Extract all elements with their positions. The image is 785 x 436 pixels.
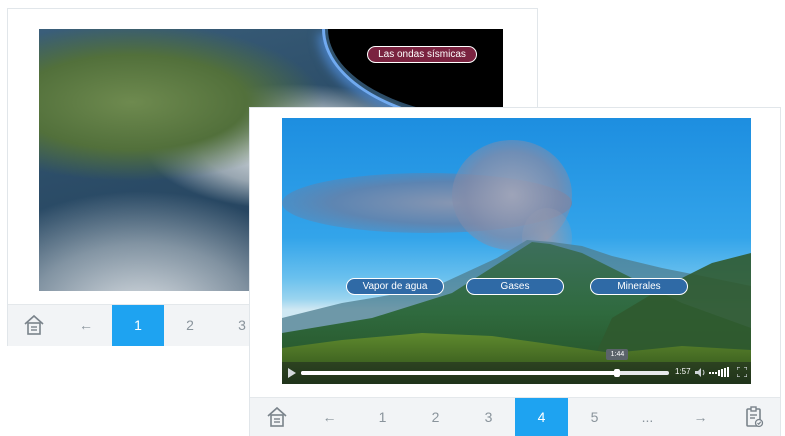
prev-page-button[interactable]: ← — [60, 305, 112, 346]
volume-icon[interactable] — [694, 367, 706, 378]
page-button-1[interactable]: 1 — [356, 398, 409, 436]
video-duration: 1:57 — [675, 367, 691, 376]
home-icon — [266, 406, 287, 427]
hotspot-gases[interactable]: Gases — [466, 278, 564, 295]
page-button-1[interactable]: 1 — [112, 305, 164, 346]
home-icon — [24, 314, 44, 335]
page-button-3[interactable]: 3 — [462, 398, 515, 436]
volcano-video[interactable]: Vapor de agua Gases Minerales 1:44 1:57 — [282, 118, 751, 384]
volcano-landscape — [282, 240, 751, 384]
video-progress-handle[interactable] — [614, 369, 621, 377]
video-time-tooltip: 1:44 — [606, 349, 629, 360]
home-button[interactable] — [250, 398, 303, 436]
hotspot-vapor-de-agua[interactable]: Vapor de agua — [346, 278, 444, 295]
page-button-4[interactable]: 4 — [515, 398, 568, 436]
play-icon[interactable] — [287, 368, 297, 378]
more-pages-ellipsis[interactable]: ... — [621, 398, 674, 436]
page-button-2[interactable]: 2 — [409, 398, 462, 436]
clipboard-check-icon — [745, 406, 763, 428]
hotspot-minerales[interactable]: Minerales — [590, 278, 688, 295]
fullscreen-icon[interactable] — [737, 367, 747, 377]
next-page-button[interactable]: → — [674, 398, 727, 436]
volume-level-bars[interactable] — [709, 367, 733, 378]
video-controls: 1:44 1:57 — [282, 349, 751, 384]
video-progress-fill — [301, 371, 618, 375]
page-button-2[interactable]: 2 — [164, 305, 216, 346]
home-button[interactable] — [8, 305, 60, 346]
front-slide-card: Vapor de agua Gases Minerales 1:44 1:57 — [249, 107, 781, 436]
prev-page-button[interactable]: ← — [303, 398, 356, 436]
hotspot-las-ondas-sismicas[interactable]: Las ondas sísmicas — [367, 46, 477, 63]
page-button-5[interactable]: 5 — [568, 398, 621, 436]
front-slide-nav: ← 1 2 3 4 5 ... → — [250, 397, 780, 436]
activities-button[interactable] — [727, 398, 780, 436]
